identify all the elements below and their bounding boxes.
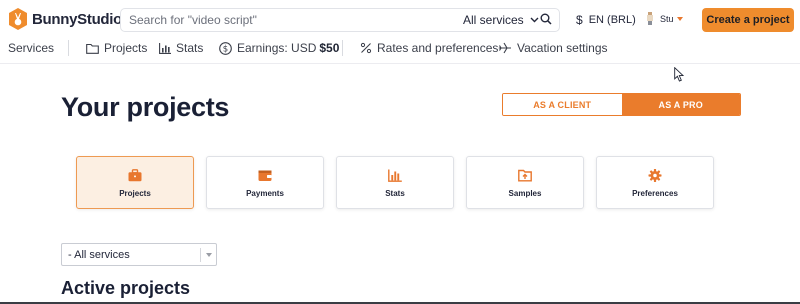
airplane-icon [498,42,511,54]
service-filter-value: - All services [68,249,130,261]
top-header: BunnyStudio All services $ EN (BRL) Stu … [0,0,800,40]
nav-projects-label: Projects [104,41,148,55]
currency-symbol: $ [576,13,583,27]
service-scope-dropdown[interactable]: All services [463,13,539,27]
as-pro-tab[interactable]: AS A PRO [621,94,740,115]
language-label: EN (BRL) [588,14,636,26]
nav-vacation-label: Vacation settings [517,41,608,55]
nav-projects[interactable]: Projects [86,41,147,55]
card-label: Samples [508,189,542,198]
card-stats[interactable]: Stats [336,156,454,209]
nav-rates[interactable]: Rates and preferences [360,41,498,55]
brand-name: BunnyStudio [32,10,123,28]
user-menu[interactable]: Stu [646,12,683,25]
brand-logo[interactable]: BunnyStudio [8,8,122,30]
card-preferences[interactable]: Preferences [596,156,714,209]
nav-stats-label: Stats [176,41,204,55]
card-label: Preferences [632,189,678,198]
nav-rates-label: Rates and preferences [377,41,499,55]
page-title: Your projects [61,92,230,122]
dollar-circle-icon: $ [219,41,232,55]
avatar-icon [647,12,653,25]
header-divider [0,63,800,64]
card-label: Projects [119,189,151,198]
nav-stats[interactable]: Stats [159,41,203,55]
gear-icon [648,169,662,182]
caret-down-icon [676,16,683,21]
nav-divider [68,40,69,56]
nav-divider [342,40,343,56]
card-projects[interactable]: Projects [76,156,194,209]
nav-earnings[interactable]: $ Earnings: USD $50 [219,41,339,55]
card-payments[interactable]: Payments [206,156,324,209]
service-filter-select[interactable]: - All services [61,243,217,266]
bar-chart-icon [388,169,402,182]
svg-text:$: $ [223,44,228,54]
folder-upload-icon [518,169,532,182]
wallet-icon [258,170,272,181]
section-title: Active projects [61,278,191,298]
as-client-tab[interactable]: AS A CLIENT [503,94,622,115]
language-currency-selector[interactable]: $ EN (BRL) [576,13,636,27]
briefcase-icon [128,169,142,182]
bar-chart-icon [159,42,171,54]
user-name: Stu [660,13,674,24]
nav-services[interactable]: Services [8,41,54,55]
folder-icon [86,43,99,54]
chevron-down-icon [206,253,212,257]
nav-vacation[interactable]: Vacation settings [498,41,608,55]
bunny-logo-icon [9,8,27,30]
nav-services-label: Services [8,41,55,55]
sub-navigation: Services Projects Stats $ Earnings: USD … [0,40,800,62]
role-toggle: AS A CLIENT AS A PRO [502,93,741,116]
chevron-down-icon [530,17,539,23]
select-divider [200,248,201,262]
card-label: Stats [385,189,405,198]
search-input[interactable] [129,13,429,27]
card-samples[interactable]: Samples [466,156,584,209]
mouse-cursor-icon [674,67,685,82]
card-label: Payments [246,189,284,198]
search-icon[interactable] [540,13,552,25]
nav-earnings-value: $50 [319,41,340,55]
service-scope-label: All services [463,13,524,27]
percent-icon [360,42,372,54]
nav-earnings-label: Earnings: USD [237,41,317,55]
create-project-button[interactable]: Create a project [702,8,794,32]
